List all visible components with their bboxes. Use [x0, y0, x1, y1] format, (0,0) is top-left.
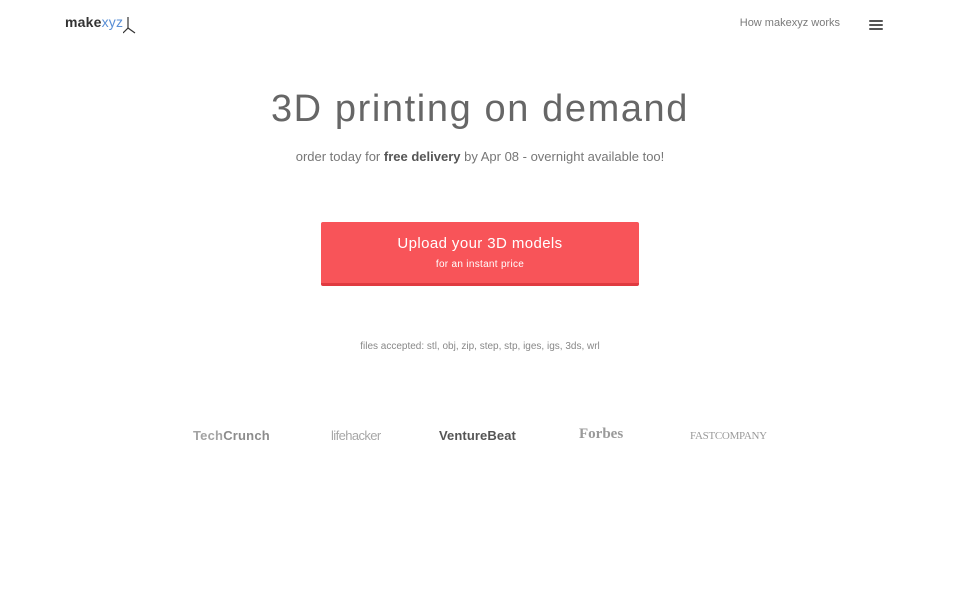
makexyz-logo[interactable]: make xyz [65, 14, 137, 36]
techcrunch-logo-part-b: Crunch [223, 428, 270, 443]
subtitle-pre: order today for [295, 149, 384, 164]
logo-make-text: make [65, 14, 102, 30]
techcrunch-logo-part-a: Tech [193, 428, 224, 443]
subtitle-free-delivery: free delivery [383, 149, 461, 164]
lifehacker-logo: lifehacker [331, 428, 381, 443]
menu-bar [869, 28, 883, 30]
menu-bar [869, 20, 883, 22]
upload-sub-label: for an instant price [435, 259, 525, 270]
upload-models-button[interactable]: Upload your 3D models for an instant pri… [321, 222, 639, 286]
menu-bar [869, 24, 883, 26]
venturebeat-logo: VentureBeat [439, 428, 516, 443]
logo-xyz-text: xyz [101, 14, 124, 30]
page-title: 3D printing on demand [270, 88, 690, 130]
techcrunch-logo: TechCrunch [193, 428, 270, 448]
logo-axis-icon [123, 14, 137, 34]
delivery-subtitle: order today for free delivery by Apr 08 … [0, 149, 960, 164]
page: make xyz How makexyz works 3D printing on… [0, 0, 960, 600]
hamburger-menu-icon[interactable] [869, 20, 883, 31]
fastcompany-logo: FASTCOMPANY [690, 430, 767, 442]
upload-main-label: Upload your 3D models [397, 235, 563, 252]
files-accepted-note: files accepted: stl, obj, zip, step, stp… [360, 341, 600, 352]
forbes-logo: Forbes [579, 426, 624, 442]
subtitle-post: by Apr 08 - overnight available too! [460, 149, 665, 164]
how-it-works-link[interactable]: How makexyz works [740, 17, 840, 29]
